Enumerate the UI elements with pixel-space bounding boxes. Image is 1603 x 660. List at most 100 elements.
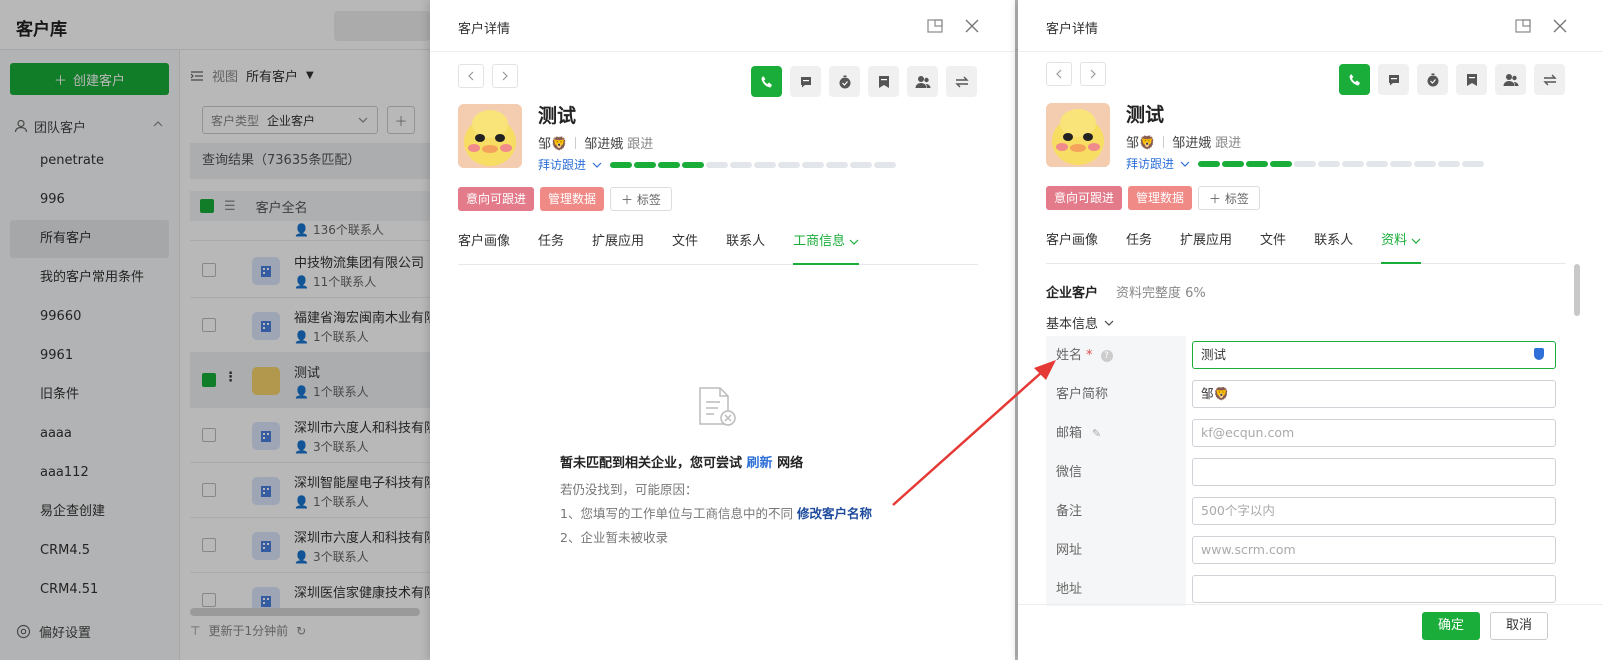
- profile-completeness: 资料完整度 6%: [1116, 286, 1206, 301]
- transfer-icon: [1542, 74, 1557, 85]
- cancel-button[interactable]: 取消: [1490, 612, 1548, 640]
- tab-files[interactable]: 文件: [672, 229, 698, 265]
- tag[interactable]: 管理数据: [1128, 186, 1193, 210]
- note-button[interactable]: [868, 66, 899, 97]
- message-button[interactable]: [790, 66, 821, 97]
- remark-input[interactable]: 500个字以内: [1192, 497, 1556, 525]
- form-row-address: 地址: [1046, 570, 1571, 606]
- stage-label[interactable]: 拜访跟进: [1126, 155, 1174, 172]
- drawer-header: 客户详情: [1018, 0, 1603, 52]
- owner-action: 跟进: [1215, 136, 1242, 151]
- form-row-short-name: 客户简称 邹🦁: [1046, 375, 1571, 414]
- tag[interactable]: 意向可跟进: [458, 187, 535, 211]
- chat-icon: [800, 76, 811, 87]
- add-tag-button[interactable]: ＋ 标签: [610, 187, 672, 211]
- task-button[interactable]: [829, 66, 860, 97]
- customer-info: 邹🦁 邹进娥 跟进: [538, 133, 653, 152]
- sales-stage[interactable]: 拜访跟进: [538, 156, 897, 173]
- empty-document-icon: [699, 387, 736, 426]
- record-navigation: [1046, 62, 1106, 86]
- action-toolbar: [1339, 64, 1565, 95]
- chevron-left-icon: [1056, 69, 1062, 79]
- form-row-email: 邮箱 ✎ kf@ecqun.com: [1046, 414, 1571, 453]
- edit-customer-name-link[interactable]: 修改客户名称: [797, 506, 872, 521]
- people-icon: [1503, 73, 1518, 86]
- owner-name: 邹进娥: [584, 137, 624, 152]
- next-record-button[interactable]: [1080, 62, 1106, 86]
- sales-stage[interactable]: 拜访跟进: [1126, 155, 1485, 172]
- stage-label[interactable]: 拜访跟进: [538, 156, 586, 173]
- name-input[interactable]: 测试: [1192, 341, 1556, 369]
- tab-customer-portrait[interactable]: 客户画像: [1046, 228, 1098, 264]
- tag-list: 意向可跟进 管理数据 ＋ 标签: [458, 187, 672, 211]
- close-icon[interactable]: [965, 19, 979, 33]
- profile-form: 姓名 *? 测试 客户简称 邹🦁 邮箱 ✎ kf@ecqun.com 微信 备注 5…: [1046, 336, 1571, 606]
- call-button[interactable]: [751, 66, 782, 97]
- tag-list: 意向可跟进 管理数据 ＋ 标签: [1046, 186, 1260, 210]
- popout-window-icon[interactable]: [927, 19, 943, 33]
- close-icon[interactable]: [1553, 19, 1567, 33]
- detail-tabs: 客户画像 任务 扩展应用 文件 联系人 资料: [1046, 228, 1566, 264]
- popout-window-icon[interactable]: [1515, 19, 1531, 33]
- tab-extensions[interactable]: 扩展应用: [592, 229, 644, 265]
- timer-check-icon: [839, 75, 850, 88]
- chevron-right-icon: [502, 71, 508, 81]
- field-label: 微信: [1046, 453, 1186, 492]
- confirm-button[interactable]: 确定: [1422, 612, 1480, 640]
- transfer-button[interactable]: [1534, 64, 1565, 95]
- tag[interactable]: 意向可跟进: [1046, 186, 1123, 210]
- transfer-button[interactable]: [946, 66, 977, 97]
- field-label: 姓名 *?: [1046, 336, 1186, 375]
- note-button[interactable]: [1456, 64, 1487, 95]
- drawer-title: 客户详情: [1046, 22, 1099, 37]
- basic-info-toggle[interactable]: 基本信息: [1046, 313, 1114, 332]
- add-tag-button[interactable]: ＋ 标签: [1198, 186, 1260, 210]
- phone-icon: [761, 75, 772, 87]
- task-button[interactable]: [1417, 64, 1448, 95]
- tab-contacts[interactable]: 联系人: [726, 229, 765, 265]
- tag[interactable]: 管理数据: [540, 187, 605, 211]
- address-input[interactable]: [1192, 575, 1556, 603]
- tab-tasks[interactable]: 任务: [1126, 228, 1152, 264]
- tab-contacts[interactable]: 联系人: [1314, 228, 1353, 264]
- team-button[interactable]: [907, 66, 938, 97]
- chevron-down-icon: [1104, 320, 1114, 326]
- prev-record-button[interactable]: [458, 64, 484, 88]
- owner-name: 邹进娥: [1172, 136, 1212, 151]
- empty-state-reason-title: 若仍没找到，可能原因：: [560, 482, 698, 497]
- customer-name: 测试: [1126, 104, 1165, 126]
- phone-icon: [1349, 73, 1360, 85]
- refresh-link[interactable]: 刷新: [747, 456, 773, 471]
- email-input[interactable]: kf@ecqun.com: [1192, 419, 1556, 447]
- vertical-scrollbar[interactable]: [1574, 264, 1580, 316]
- customer-detail-drawer-business: 客户详情 测试 邹🦁 邹进娥 跟进 拜访跟进 意向可跟进 管理数据 ＋ 标签 客…: [430, 0, 1015, 660]
- next-record-button[interactable]: [492, 64, 518, 88]
- pencil-icon[interactable]: ✎: [1092, 414, 1101, 453]
- wechat-input[interactable]: [1192, 458, 1556, 486]
- tab-files[interactable]: 文件: [1260, 228, 1286, 264]
- prev-record-button[interactable]: [1046, 62, 1072, 86]
- chevron-down-icon: [849, 239, 859, 245]
- tab-customer-portrait[interactable]: 客户画像: [458, 229, 510, 265]
- empty-state-reason-2: 2、企业暂未被收录: [560, 530, 668, 545]
- help-icon[interactable]: ?: [1100, 349, 1113, 362]
- bookmark-note-icon: [878, 75, 889, 88]
- tab-extensions[interactable]: 扩展应用: [1180, 228, 1232, 264]
- chevron-left-icon: [468, 71, 474, 81]
- team-button[interactable]: [1495, 64, 1526, 95]
- empty-state-reason-1: 1、您填写的工作单位与工商信息中的不同 修改客户名称: [560, 506, 872, 521]
- tab-business-info[interactable]: 工商信息: [793, 229, 860, 265]
- detail-tabs: 客户画像 任务 扩展应用 文件 联系人 工商信息: [458, 229, 978, 265]
- customer-info: 邹🦁 邹进娥 跟进: [1126, 132, 1241, 151]
- timer-check-icon: [1427, 73, 1438, 86]
- tab-tasks[interactable]: 任务: [538, 229, 564, 265]
- field-label: 邮箱 ✎: [1046, 414, 1186, 453]
- short-name-input[interactable]: 邹🦁: [1192, 380, 1556, 408]
- short-name: 邹🦁: [1126, 136, 1156, 151]
- message-button[interactable]: [1378, 64, 1409, 95]
- call-button[interactable]: [1339, 64, 1370, 95]
- stage-progress-bar: [610, 161, 897, 168]
- tab-profile[interactable]: 资料: [1381, 228, 1422, 264]
- drawer-title: 客户详情: [458, 22, 511, 37]
- website-input[interactable]: www.scrm.com: [1192, 536, 1556, 564]
